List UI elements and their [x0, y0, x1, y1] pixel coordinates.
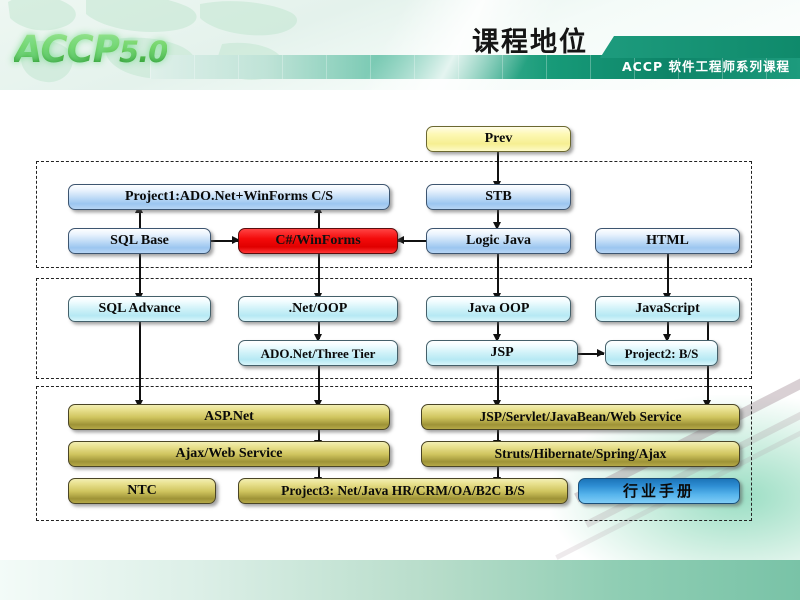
connector-jsp-jsvcs [497, 366, 499, 404]
connector-csharp-netoop [318, 254, 320, 297]
node-csharp-winforms[interactable]: C#/WinForms [238, 228, 398, 254]
connector-html-javascript [667, 254, 669, 297]
connector-sqlbase-sqladvance [139, 254, 141, 297]
node-asp-net[interactable]: ASP.Net [68, 404, 390, 430]
slide-root: ACCP5.0 课程地位 ACCP 软件工程师系列课程 Prev Project… [0, 0, 800, 600]
arrowhead-jsp-project2 [597, 349, 605, 357]
node-stb[interactable]: STB [426, 184, 571, 210]
node-logic-java[interactable]: Logic Java [426, 228, 571, 254]
connector-sqladvance-aspnet [139, 322, 141, 404]
connector-logicjava-javaoop [497, 254, 499, 297]
node-ajax-web-service[interactable]: Ajax/Web Service [68, 441, 390, 467]
node-project3[interactable]: Project3: Net/Java HR/CRM/OA/B2C B/S [238, 478, 568, 504]
node-sql-advance[interactable]: SQL Advance [68, 296, 211, 322]
node-project2[interactable]: Project2: B/S [605, 340, 718, 366]
node-project1[interactable]: Project1:ADO.Net+WinForms C/S [68, 184, 390, 210]
node-javascript[interactable]: JavaScript [595, 296, 740, 322]
node-java-oop[interactable]: Java OOP [426, 296, 571, 322]
node-net-oop[interactable]: .Net/OOP [238, 296, 398, 322]
connector-prev-stb [497, 152, 499, 184]
connector-adonet-aspnet [318, 366, 320, 404]
node-prev[interactable]: Prev [426, 126, 571, 152]
course-roadmap-diagram: Prev Project1:ADO.Net+WinForms C/S STB S… [0, 0, 800, 600]
node-adonet-three-tier[interactable]: ADO.Net/Three Tier [238, 340, 398, 366]
node-jsp-servlet-javabean-webservice[interactable]: JSP/Servlet/JavaBean/Web Service [421, 404, 740, 430]
node-html[interactable]: HTML [595, 228, 740, 254]
node-struts-hibernate-spring-ajax[interactable]: Struts/Hibernate/Spring/Ajax [421, 441, 740, 467]
node-industry-handbook[interactable]: 行业手册 [578, 478, 740, 504]
node-jsp[interactable]: JSP [426, 340, 578, 366]
node-ntc[interactable]: NTC [68, 478, 216, 504]
node-sql-base[interactable]: SQL Base [68, 228, 211, 254]
